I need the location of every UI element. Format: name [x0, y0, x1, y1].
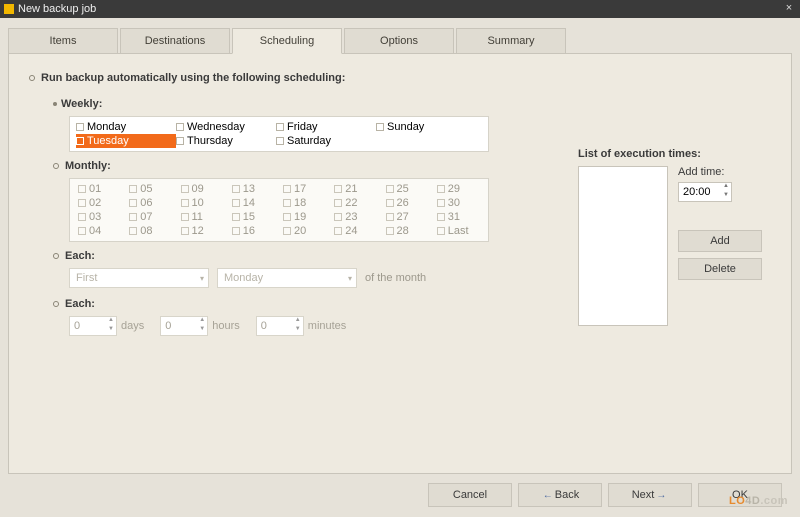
- month-day-05[interactable]: 05: [129, 183, 172, 195]
- weekly-label[interactable]: Weekly:: [53, 98, 775, 110]
- month-day-06[interactable]: 06: [129, 197, 172, 209]
- tab-strip: Items Destinations Scheduling Options Su…: [8, 28, 792, 54]
- day-tuesday[interactable]: Tuesday: [76, 134, 176, 148]
- app-icon: [4, 4, 14, 14]
- month-day-14[interactable]: 14: [232, 197, 275, 209]
- add-time-label: Add time:: [678, 166, 762, 178]
- month-day-13[interactable]: 13: [232, 183, 275, 195]
- arrow-left-icon: ←: [543, 490, 553, 501]
- month-day-22[interactable]: 22: [334, 197, 377, 209]
- month-day-28[interactable]: 28: [386, 225, 429, 237]
- month-day-12[interactable]: 12: [181, 225, 224, 237]
- of-the-month-text: of the month: [365, 272, 426, 284]
- tab-items[interactable]: Items: [8, 28, 118, 53]
- add-button[interactable]: Add: [678, 230, 762, 252]
- month-day-17[interactable]: 17: [283, 183, 326, 195]
- chevron-down-icon: ▾: [200, 274, 204, 283]
- minutes-unit: minutes: [308, 320, 347, 332]
- month-day-02[interactable]: 02: [78, 197, 121, 209]
- month-day-19[interactable]: 19: [283, 211, 326, 223]
- cancel-button[interactable]: Cancel: [428, 483, 512, 507]
- tab-options[interactable]: Options: [344, 28, 454, 53]
- window-title: New backup job: [18, 3, 782, 15]
- exec-times-list[interactable]: [578, 166, 668, 326]
- footer-buttons: Cancel ←Back Next→ OK: [428, 483, 782, 507]
- monthly-box: 01 05 09 13 17 21 25 29 02 06 10 14 18 22 26 30 03 07 11 15…: [69, 178, 489, 242]
- month-day-21[interactable]: 21: [334, 183, 377, 195]
- month-day-09[interactable]: 09: [181, 183, 224, 195]
- hours-unit: hours: [212, 320, 240, 332]
- tab-scheduling[interactable]: Scheduling: [232, 28, 342, 54]
- time-stepper[interactable]: 20:00▲▼: [678, 182, 732, 202]
- minutes-stepper[interactable]: 0▲▼: [256, 316, 304, 336]
- day-sunday[interactable]: Sunday: [376, 120, 476, 134]
- panel-heading: Run backup automatically using the follo…: [29, 72, 775, 84]
- day-friday[interactable]: Friday: [276, 120, 376, 134]
- day-saturday[interactable]: Saturday: [276, 134, 376, 148]
- month-day-20[interactable]: 20: [283, 225, 326, 237]
- day-monday[interactable]: Monday: [76, 120, 176, 134]
- ordinal-combo[interactable]: First▾: [69, 268, 209, 288]
- delete-button[interactable]: Delete: [678, 258, 762, 280]
- month-day-24[interactable]: 24: [334, 225, 377, 237]
- month-day-01[interactable]: 01: [78, 183, 121, 195]
- month-day-15[interactable]: 15: [232, 211, 275, 223]
- chevron-down-icon: ▾: [348, 274, 352, 283]
- weekly-box: Monday Wednesday Friday Sunday Tuesday T…: [69, 116, 489, 152]
- month-day-11[interactable]: 11: [181, 211, 224, 223]
- title-bar: New backup job ×: [0, 0, 800, 18]
- month-day-08[interactable]: 08: [129, 225, 172, 237]
- month-day-16[interactable]: 16: [232, 225, 275, 237]
- month-day-18[interactable]: 18: [283, 197, 326, 209]
- month-day-04[interactable]: 04: [78, 225, 121, 237]
- hours-stepper[interactable]: 0▲▼: [160, 316, 208, 336]
- scheduling-panel: Run backup automatically using the follo…: [8, 54, 792, 474]
- day-combo[interactable]: Monday▾: [217, 268, 357, 288]
- close-icon[interactable]: ×: [782, 2, 796, 16]
- days-stepper[interactable]: 0▲▼: [69, 316, 117, 336]
- month-day-29[interactable]: 29: [437, 183, 480, 195]
- ok-button[interactable]: OK: [698, 483, 782, 507]
- month-day-25[interactable]: 25: [386, 183, 429, 195]
- days-unit: days: [121, 320, 144, 332]
- month-day-27[interactable]: 27: [386, 211, 429, 223]
- month-day-26[interactable]: 26: [386, 197, 429, 209]
- month-day-10[interactable]: 10: [181, 197, 224, 209]
- tab-destinations[interactable]: Destinations: [120, 28, 230, 53]
- day-wednesday[interactable]: Wednesday: [176, 120, 276, 134]
- day-thursday[interactable]: Thursday: [176, 134, 276, 148]
- month-day-30[interactable]: 30: [437, 197, 480, 209]
- month-day-03[interactable]: 03: [78, 211, 121, 223]
- arrow-right-icon: →: [656, 490, 666, 501]
- tab-summary[interactable]: Summary: [456, 28, 566, 53]
- window-body: Items Destinations Scheduling Options Su…: [0, 18, 800, 517]
- next-button[interactable]: Next→: [608, 483, 692, 507]
- month-day-07[interactable]: 07: [129, 211, 172, 223]
- month-day-23[interactable]: 23: [334, 211, 377, 223]
- exec-times-label: List of execution times:: [578, 148, 773, 160]
- month-day-31[interactable]: 31: [437, 211, 480, 223]
- execution-times-panel: List of execution times: Add time: 20:00…: [578, 148, 773, 326]
- back-button[interactable]: ←Back: [518, 483, 602, 507]
- month-day-Last[interactable]: Last: [437, 225, 480, 237]
